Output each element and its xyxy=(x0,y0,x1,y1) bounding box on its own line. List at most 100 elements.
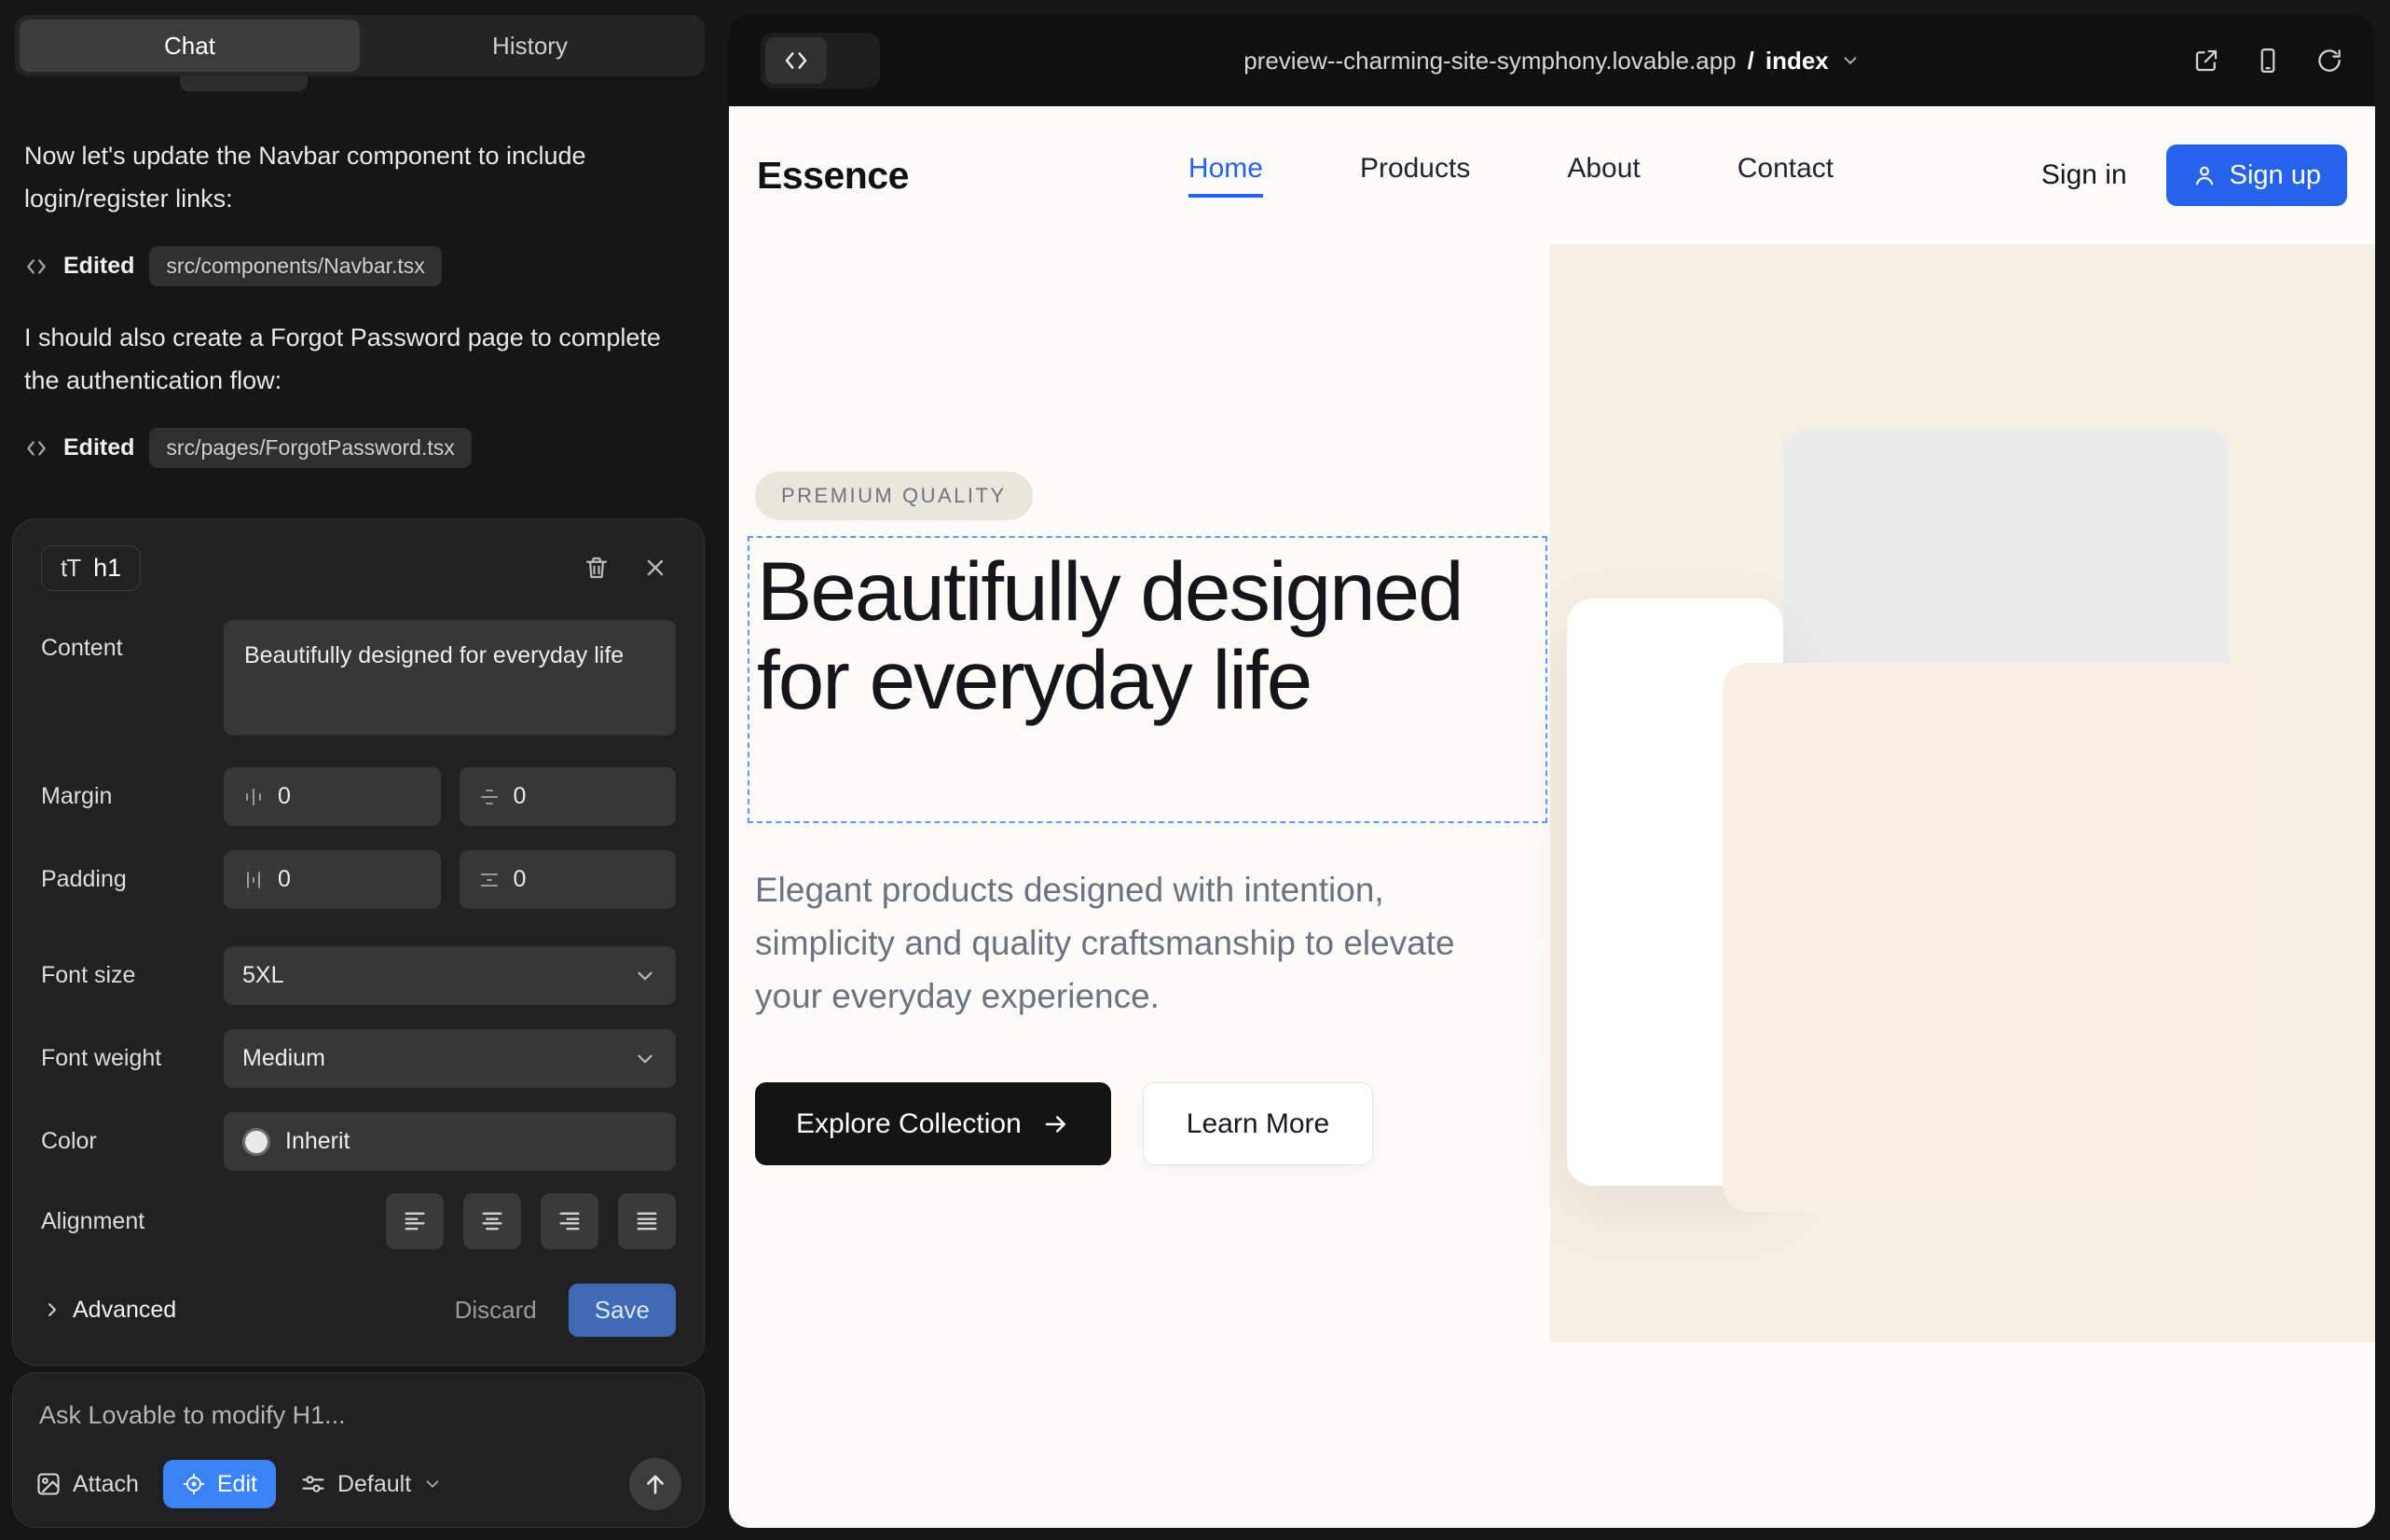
composer-toolbar: Attach Edit Default xyxy=(35,1458,681,1510)
hero-headline[interactable]: Beautifully designed for everyday life xyxy=(757,547,1545,724)
code-view-button[interactable] xyxy=(765,37,827,84)
nav-link-contact[interactable]: Contact xyxy=(1738,153,1834,198)
align-center-icon xyxy=(479,1208,505,1234)
padding-x-input[interactable]: 0 xyxy=(224,850,441,909)
font-weight-row: Font weight Medium xyxy=(41,1029,676,1088)
edit-mode-button[interactable]: Edit xyxy=(163,1460,276,1508)
nav-link-about[interactable]: About xyxy=(1567,153,1640,198)
edited-file-row: Edited src/pages/ForgotPassword.tsx xyxy=(24,428,705,468)
code-icon xyxy=(24,436,48,461)
align-left-button[interactable] xyxy=(386,1193,444,1249)
discard-button[interactable]: Discard xyxy=(455,1296,537,1325)
composer-input[interactable]: Ask Lovable to modify H1... xyxy=(39,1401,680,1430)
margin-x-input[interactable]: 0 xyxy=(224,767,441,826)
arrow-up-icon xyxy=(642,1471,668,1497)
trash-icon xyxy=(583,554,611,582)
send-button[interactable] xyxy=(629,1458,681,1510)
padding-row: Padding 0 0 xyxy=(41,850,676,909)
color-select[interactable]: Inherit xyxy=(224,1112,676,1171)
font-weight-select[interactable]: Medium xyxy=(224,1029,676,1088)
url-separator: / xyxy=(1748,47,1754,76)
padding-y-input[interactable]: 0 xyxy=(460,850,677,909)
alignment-label: Alignment xyxy=(41,1208,224,1235)
selected-element-chip[interactable]: tT h1 xyxy=(41,545,141,591)
margin-label: Margin xyxy=(41,783,224,810)
file-path-badge[interactable]: src/pages/ForgotPassword.tsx xyxy=(149,428,471,468)
file-path-badge[interactable]: src/components/Navbar.tsx xyxy=(149,246,441,286)
hero-subtext[interactable]: Elegant products designed with intention… xyxy=(755,863,1496,1023)
edited-file-row: Edited src/components/Navbar.tsx xyxy=(24,246,705,286)
selection-outline: Beautifully designed for everyday life xyxy=(748,536,1547,823)
code-preview-toggle xyxy=(761,33,880,89)
padding-horizontal-icon xyxy=(242,869,265,891)
attach-button[interactable]: Attach xyxy=(35,1471,139,1498)
advanced-row: Advanced Discard Save xyxy=(41,1283,676,1337)
edited-label: Edited xyxy=(63,434,134,461)
typography-icon: tT xyxy=(61,554,80,583)
content-input[interactable]: Beautifully designed for everyday life xyxy=(224,620,676,736)
alignment-row: Alignment xyxy=(41,1193,676,1249)
element-editor-panel: tT h1 Content Beautifully designed for e… xyxy=(12,518,705,1366)
tab-chat[interactable]: Chat xyxy=(20,20,360,72)
color-row: Color Inherit xyxy=(41,1112,676,1171)
delete-element-button[interactable] xyxy=(575,546,618,589)
content-label: Content xyxy=(41,620,224,662)
url-domain: preview--charming-site-symphony.lovable.… xyxy=(1243,47,1736,76)
model-default-button[interactable]: Default xyxy=(300,1471,443,1498)
color-label: Color xyxy=(41,1128,224,1155)
font-size-label: Font size xyxy=(41,962,224,989)
color-swatch xyxy=(242,1128,270,1156)
margin-horizontal-icon xyxy=(242,786,265,808)
nav-actions: Sign in Sign up xyxy=(2041,144,2347,206)
site-navbar: Essence Home Products About Contact Sign… xyxy=(729,106,2375,244)
margin-row: Margin 0 0 xyxy=(41,767,676,826)
save-button[interactable]: Save xyxy=(569,1284,676,1337)
site-preview: Essence Home Products About Contact Sign… xyxy=(729,106,2375,1528)
sidebar-tabs: Chat History xyxy=(15,15,705,76)
chat-message: Now let's update the Navbar component to… xyxy=(24,134,677,220)
align-right-button[interactable] xyxy=(541,1193,598,1249)
align-right-icon xyxy=(556,1208,583,1234)
nav-link-products[interactable]: Products xyxy=(1360,153,1470,198)
refresh-icon[interactable] xyxy=(2315,47,2343,75)
hero-cta-row: Explore Collection Learn More xyxy=(755,1082,1373,1165)
close-editor-button[interactable] xyxy=(635,547,676,588)
image-attach-icon xyxy=(35,1471,62,1497)
content-row: Content Beautifully designed for everyda… xyxy=(41,620,676,736)
site-logo[interactable]: Essence xyxy=(757,154,909,198)
decor-card-cream xyxy=(1723,663,2260,1212)
tab-history[interactable]: History xyxy=(360,20,700,72)
user-icon xyxy=(2192,163,2217,187)
learn-more-button[interactable]: Learn More xyxy=(1143,1082,1373,1165)
close-icon xyxy=(642,555,668,581)
code-icon xyxy=(782,47,810,75)
sign-in-link[interactable]: Sign in xyxy=(2041,159,2127,191)
align-center-button[interactable] xyxy=(463,1193,521,1249)
premium-quality-badge: PREMIUM QUALITY xyxy=(755,472,1033,520)
advanced-toggle[interactable]: Advanced xyxy=(41,1297,176,1324)
editor-header: tT h1 xyxy=(41,543,676,592)
align-left-icon xyxy=(402,1208,428,1234)
target-icon xyxy=(182,1472,206,1496)
chevron-down-icon xyxy=(1840,50,1861,71)
sliders-icon xyxy=(300,1471,326,1497)
margin-vertical-icon xyxy=(478,786,501,808)
padding-vertical-icon xyxy=(478,869,501,891)
chat-messages[interactable]: Now let's update the Navbar component to… xyxy=(24,134,705,498)
mobile-view-icon[interactable] xyxy=(2254,47,2282,75)
open-external-icon[interactable] xyxy=(2192,47,2220,75)
font-size-select[interactable]: 5XL xyxy=(224,946,676,1005)
chevron-right-icon xyxy=(41,1299,63,1321)
nav-link-home[interactable]: Home xyxy=(1188,153,1263,198)
sign-up-button[interactable]: Sign up xyxy=(2166,144,2347,206)
explore-collection-button[interactable]: Explore Collection xyxy=(755,1082,1111,1165)
browser-chrome: preview--charming-site-symphony.lovable.… xyxy=(729,15,2375,106)
chevron-down-icon xyxy=(633,964,657,988)
edited-label: Edited xyxy=(63,253,134,280)
url-path-dropdown[interactable]: index xyxy=(1765,47,1829,76)
align-justify-button[interactable] xyxy=(618,1193,676,1249)
margin-y-input[interactable]: 0 xyxy=(460,767,677,826)
font-weight-label: Font weight xyxy=(41,1045,224,1072)
align-justify-icon xyxy=(634,1208,660,1234)
url-bar: preview--charming-site-symphony.lovable.… xyxy=(729,15,2375,106)
